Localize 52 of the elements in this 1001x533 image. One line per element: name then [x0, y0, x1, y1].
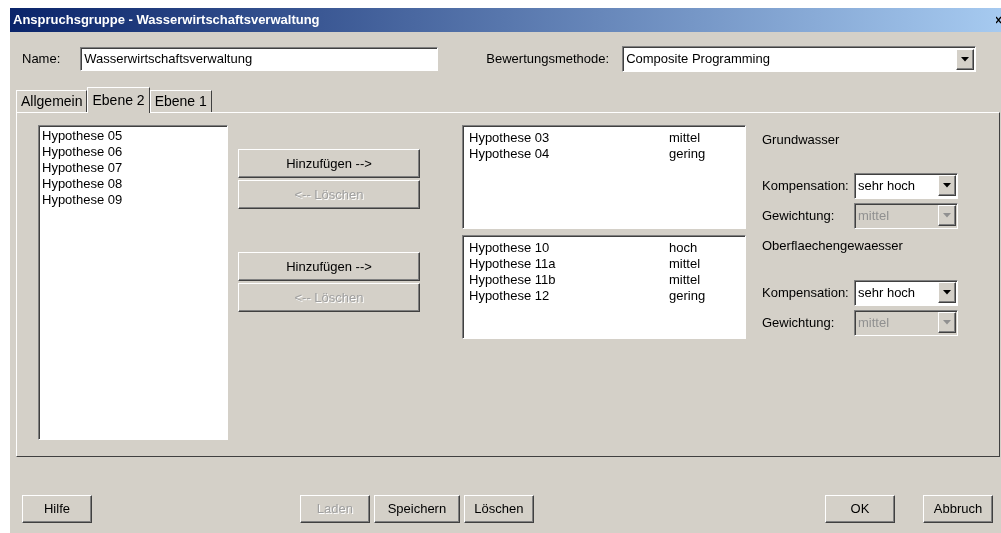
tab[interactable]: Allgemein — [16, 90, 88, 112]
footer-button[interactable]: Speichern — [373, 495, 460, 523]
list-item[interactable]: Hypothese 03 — [469, 130, 669, 146]
list-item[interactable]: Hypothese 12 — [469, 288, 669, 304]
assigned-list[interactable]: Hypothese 10 hoch Hypothese 11a mittel Hypothese 11b mittel Hypothese 12 gering — [462, 235, 746, 339]
level-text: mittel — [669, 130, 702, 146]
weighting-label: Gewichtung: — [762, 313, 836, 332]
add-button[interactable]: Hinzufügen --> — [238, 149, 420, 178]
level-text: gering — [669, 288, 707, 304]
list-item[interactable]: Hypothese 08 — [42, 176, 224, 192]
list-item[interactable]: Hypothese 11b — [469, 272, 669, 288]
list-item[interactable]: Hypothese 07 — [42, 160, 224, 176]
compensation-dropdown[interactable]: sehr hoch — [854, 172, 958, 199]
footer-button[interactable]: Löschen — [463, 495, 534, 523]
list-item[interactable]: Hypothese 05 — [42, 128, 224, 144]
tab[interactable]: Ebene 1 — [149, 90, 212, 112]
window-title: Anspruchsgruppe - Wasserwirtschaftsverwaltung — [13, 11, 320, 30]
close-icon[interactable] — [996, 16, 1001, 24]
list-item[interactable]: Hypothese 06 — [42, 144, 224, 160]
footer-button[interactable]: Hilfe — [22, 495, 92, 523]
caret-icon — [943, 183, 951, 188]
caret-icon — [961, 56, 970, 62]
footer-button[interactable]: Abbruch — [923, 495, 993, 523]
group-title: Grundwasser — [762, 131, 841, 149]
caret-icon — [943, 290, 951, 295]
list-item[interactable]: Hypothese 11a — [469, 256, 669, 272]
add-button[interactable]: Hinzufügen --> — [238, 252, 420, 281]
footer-button[interactable]: OK — [825, 495, 895, 523]
compensation-dropdown[interactable]: sehr hoch — [854, 279, 958, 306]
level-text: hoch — [669, 240, 699, 256]
weighting-label: Gewichtung: — [762, 206, 836, 225]
group-title: Oberflaechengewaesser — [762, 237, 904, 255]
caret-icon — [943, 320, 951, 325]
name-field[interactable]: Wasserwirtschaftsverwaltung — [80, 47, 439, 71]
assigned-list[interactable]: Hypothese 03 mittel Hypothese 04 gering — [462, 125, 746, 229]
dropdown-button[interactable] — [956, 48, 975, 70]
list-item[interactable]: Hypothese 09 — [42, 192, 224, 208]
level-text: mittel — [669, 256, 702, 272]
method-dropdown[interactable]: Composite Programming — [622, 46, 977, 72]
available-list[interactable]: Hypothese 05 Hypothese 06 Hypothese 07 Hypothese 08 Hypothese 09 — [38, 125, 228, 440]
compensation-label: Kompensation: — [762, 283, 850, 302]
level-text: mittel — [669, 272, 702, 288]
method-label: Bewertungsmethode: — [486, 50, 610, 69]
level-text: gering — [669, 146, 707, 162]
name-label: Name: — [22, 50, 61, 69]
dropdown-button[interactable] — [938, 282, 956, 303]
caret-icon — [943, 213, 951, 218]
dropdown-button[interactable] — [938, 175, 956, 196]
compensation-label: Kompensation: — [762, 176, 850, 195]
list-item[interactable]: Hypothese 10 — [469, 240, 669, 256]
list-item[interactable]: Hypothese 04 — [469, 146, 669, 162]
tab[interactable]: Ebene 2 — [87, 87, 150, 113]
